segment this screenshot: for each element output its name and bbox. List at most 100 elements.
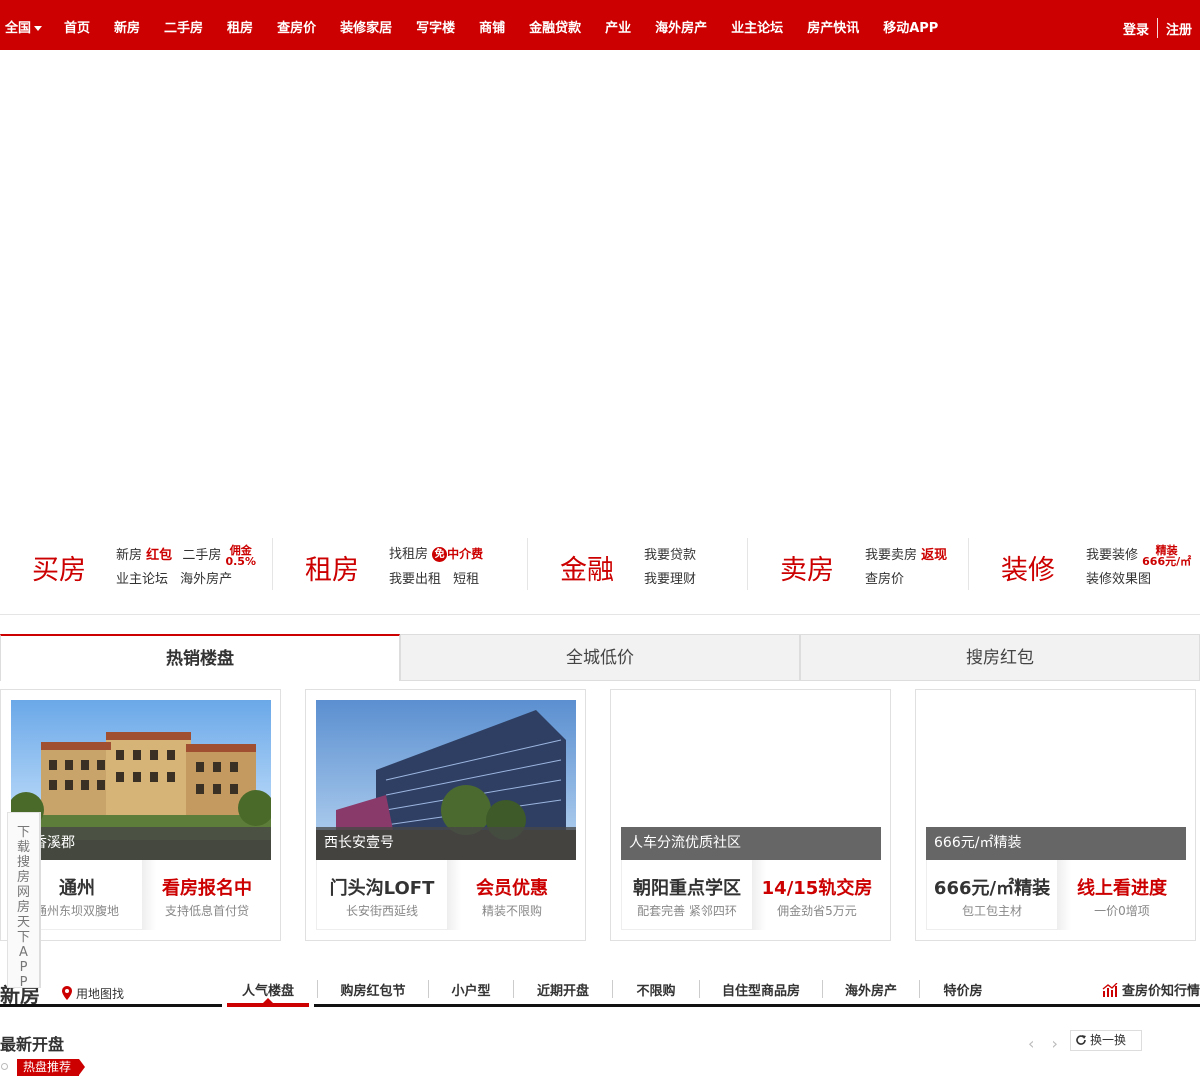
promo-subtitle: 精装不限购 <box>481 904 542 918</box>
prev-arrow-icon[interactable]: ‹ <box>1028 1034 1034 1053</box>
nav-item-industry[interactable]: 产业 <box>593 0 643 36</box>
link-short-rent[interactable]: 短租 <box>453 572 479 587</box>
service-finance: 金融 我要贷款 我要理财 <box>528 532 747 596</box>
property-subtitle: 包工包主材 <box>961 904 1022 918</box>
promo-title: 14/15轨交房 <box>761 878 873 899</box>
chart-trend-icon <box>1102 982 1118 997</box>
tab-red-packet-festival[interactable]: 购房红包节 <box>318 980 428 999</box>
nav-item-home[interactable]: 首页 <box>52 0 102 36</box>
app-download-sidebar[interactable]: 下载搜房网房天下APP <box>7 812 41 990</box>
link-loan[interactable]: 我要贷款 <box>644 544 696 563</box>
service-rent-row1: 找租房 免中介费 <box>389 543 483 562</box>
service-sell: 卖房 我要卖房 返现 查房价 <box>748 532 968 596</box>
property-subtitle: 长安街西延线 <box>345 904 418 918</box>
tab-popular[interactable]: 人气楼盘 <box>227 980 309 999</box>
tab-special-price[interactable]: 特价房 <box>920 980 1006 999</box>
tab-low-price[interactable]: 全城低价 <box>400 634 800 681</box>
tag-cashback: 返现 <box>921 548 948 563</box>
property-caption: 西长安壹号 <box>316 827 576 860</box>
nav-item-rent[interactable]: 租房 <box>215 0 265 36</box>
tab-no-limit[interactable]: 不限购 <box>613 980 699 999</box>
property-caption: 开香溪郡 <box>11 827 271 860</box>
nav-item-second[interactable]: 二手房 <box>152 0 215 36</box>
nav-item-overseas[interactable]: 海外房产 <box>643 0 719 36</box>
link-deco-gallery[interactable]: 装修效果图 <box>1086 568 1151 587</box>
service-buy-title[interactable]: 买房 <box>32 548 86 587</box>
tab-opening-soon[interactable]: 近期开盘 <box>514 980 612 999</box>
newhouse-section-nav: 新房 用地图找 人气楼盘 购房红包节 小户型 近期开盘 不限购 自住型商品房 海… <box>0 975 1200 1011</box>
link-wealth[interactable]: 我要理财 <box>644 568 696 587</box>
link-check-price[interactable]: 查房价 <box>865 568 904 587</box>
link-decorate[interactable]: 我要装修 <box>1086 548 1138 563</box>
service-deco-title[interactable]: 装修 <box>1001 548 1055 587</box>
tabs-underline <box>314 1004 1200 1007</box>
tag-red-packet: 红包 <box>146 548 173 563</box>
property-title: 666元/㎡精装 <box>933 878 1051 899</box>
next-arrow-icon[interactable]: › <box>1052 1034 1058 1053</box>
property-info: 门头沟LOFT 长安街西延线 会员优惠 精装不限购 <box>316 860 577 930</box>
property-info-left: 666元/㎡精装 包工包主材 <box>927 860 1057 930</box>
service-sell-title[interactable]: 卖房 <box>780 548 834 587</box>
timeline-dot <box>1 1063 8 1070</box>
location-pin-icon <box>62 986 72 1000</box>
service-finance-title[interactable]: 金融 <box>560 548 614 587</box>
property-info-left: 朝阳重点学区 配套完善 紧邻四环 <box>622 860 752 930</box>
refresh-button[interactable]: 换一换 <box>1070 1030 1142 1051</box>
price-trend-link[interactable]: 查房价知行情 <box>1102 980 1200 999</box>
tab-small-unit[interactable]: 小户型 <box>429 980 513 999</box>
link-new-house[interactable]: 新房 <box>116 548 142 563</box>
property-title: 门头沟LOFT <box>329 878 435 899</box>
auth-divider <box>1156 18 1158 38</box>
property-card[interactable]: 西长安壹号 门头沟LOFT 长安街西延线 会员优惠 精装不限购 <box>305 689 586 941</box>
auth-links: 登录 注册 <box>1123 18 1192 38</box>
tab-overseas[interactable]: 海外房产 <box>823 980 919 999</box>
promo-subtitle: 佣金劲省5万元 <box>777 904 857 918</box>
link-sell-house[interactable]: 我要卖房 <box>865 548 917 563</box>
link-forum[interactable]: 业主论坛 <box>116 572 168 587</box>
nav-item-new[interactable]: 新房 <box>102 0 152 36</box>
login-link[interactable]: 登录 <box>1123 19 1149 38</box>
link-rent-out[interactable]: 我要出租 <box>389 572 441 587</box>
city-selector[interactable]: 全国 <box>5 17 43 36</box>
pager: ‹ › <box>1028 1034 1058 1053</box>
price-trend-label: 查房价知行情 <box>1121 984 1200 999</box>
promo-subtitle: 一价0增项 <box>1094 904 1150 918</box>
property-caption: 人车分流优质社区 <box>621 827 881 860</box>
service-rent-title[interactable]: 租房 <box>305 548 359 587</box>
promo-title: 会员优惠 <box>476 878 548 899</box>
nav-item-news[interactable]: 房产快讯 <box>795 0 871 36</box>
app-download-text: 下载搜房网房天下APP <box>16 825 30 990</box>
nav-item-office[interactable]: 写字楼 <box>404 0 467 36</box>
city-label: 全国 <box>5 21 32 36</box>
property-title: 朝阳重点学区 <box>633 878 741 899</box>
link-second-house[interactable]: 二手房 <box>182 548 221 563</box>
caret-down-icon <box>34 26 43 31</box>
property-info-right: 看房报名中 支持低息首付贷 <box>142 860 272 930</box>
map-search-link[interactable]: 用地图找 <box>62 985 124 1002</box>
service-buy-row1: 新房 红包 二手房 佣金 0.5% <box>116 544 256 567</box>
service-deco-row1: 我要装修 精装 666元/㎡ <box>1086 544 1191 567</box>
property-card[interactable]: 开香溪郡 通州 通州东坝双腹地 看房报名中 支持低息首付贷 <box>0 689 281 941</box>
property-card[interactable]: 人车分流优质社区 朝阳重点学区 配套完善 紧邻四环 14/15轨交房 佣金劲省5… <box>610 689 891 941</box>
link-overseas[interactable]: 海外房产 <box>180 572 232 587</box>
tab-red-packet[interactable]: 搜房红包 <box>800 634 1200 681</box>
nav-item-app[interactable]: 移动APP <box>871 0 950 36</box>
newhouse-tabs: 人气楼盘 购房红包节 小户型 近期开盘 不限购 自住型商品房 海外房产 特价房 <box>227 980 1006 999</box>
nav-item-shop[interactable]: 商铺 <box>467 0 517 36</box>
tag-fine-deco-price: 666元/㎡ <box>1142 554 1192 568</box>
nav-item-finance[interactable]: 金融贷款 <box>517 0 593 36</box>
tab-hot-sale[interactable]: 热销楼盘 <box>0 634 400 681</box>
register-link[interactable]: 注册 <box>1166 19 1192 38</box>
link-find-rent[interactable]: 找租房 <box>389 547 428 562</box>
free-icon: 免 <box>432 547 448 562</box>
property-card[interactable]: 666元/㎡精装 666元/㎡精装 包工包主材 线上看进度 一价0增项 <box>915 689 1196 941</box>
tag-commission: 佣金 0.5% <box>225 545 256 567</box>
nav-item-price[interactable]: 查房价 <box>265 0 328 36</box>
property-info: 通州 通州东坝双腹地 看房报名中 支持低息首付贷 <box>11 860 272 930</box>
service-row: 买房 新房 红包 二手房 佣金 0.5% 业主论坛 海外房产 租房 找租房 免中介… <box>0 532 1200 596</box>
service-sell-row1: 我要卖房 返现 <box>865 544 947 563</box>
nav-item-forum[interactable]: 业主论坛 <box>719 0 795 36</box>
service-buy-row2: 业主论坛 海外房产 <box>116 568 232 587</box>
nav-item-deco[interactable]: 装修家居 <box>328 0 404 36</box>
tab-self-housing[interactable]: 自住型商品房 <box>700 980 822 999</box>
